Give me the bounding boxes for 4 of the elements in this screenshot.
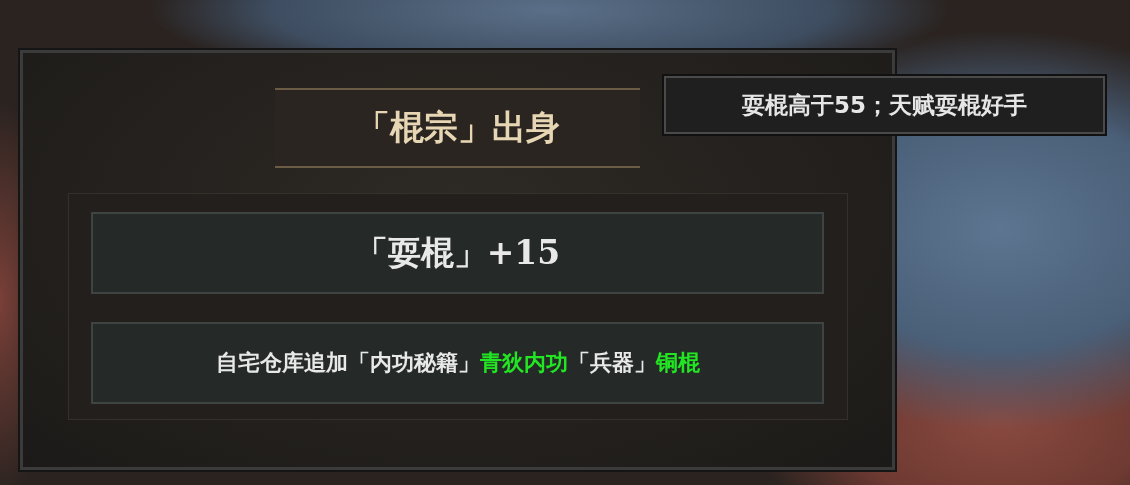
reward-text: 自宅仓库追加「内功秘籍」青狄内功「兵器」铜棍 (91, 322, 824, 404)
origin-title: 「棍宗」出身 (275, 88, 640, 168)
skill-bonus: 「耍棍」+15 (91, 212, 824, 294)
requirement-tooltip: 耍棍高于55；天赋耍棍好手 (664, 76, 1105, 134)
